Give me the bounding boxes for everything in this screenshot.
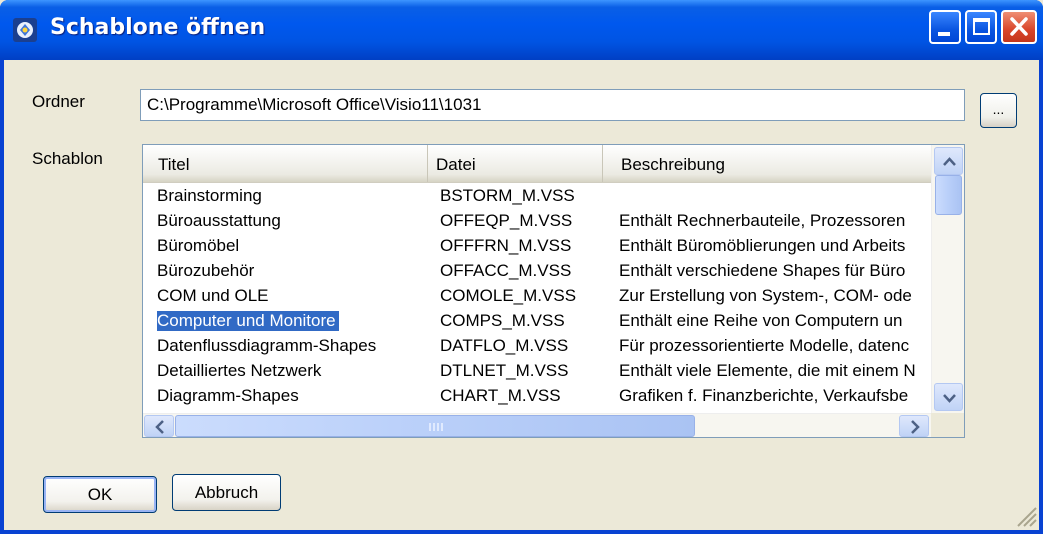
- dialog-window: Schablone öffnen Ordner C:\Programme\Mic…: [0, 0, 1043, 534]
- chevron-up-icon: [943, 157, 956, 166]
- row-title: Bürozubehör: [157, 261, 255, 280]
- row-description: [619, 186, 931, 208]
- list-row[interactable]: Brainstorming BSTORM_M.VSS: [143, 184, 931, 209]
- row-title: COM und OLE: [157, 286, 269, 305]
- chevron-down-icon: [943, 394, 956, 403]
- row-file: OFFFRN_M.VSS: [440, 236, 572, 255]
- ok-button[interactable]: OK: [43, 476, 157, 513]
- window-frame-bottom: [0, 530, 1043, 534]
- row-description: Grafiken f. Finanzberichte, Verkaufsbe: [619, 386, 909, 405]
- row-title: Detailliertes Netzwerk: [157, 361, 322, 380]
- scroll-down-button[interactable]: [934, 383, 963, 411]
- row-description: Enthält Büromöblierungen und Arbeits: [619, 236, 906, 255]
- minimize-icon: [938, 32, 950, 36]
- minimize-button[interactable]: [929, 10, 961, 44]
- row-description: Für prozessorientierte Modelle, datenc: [619, 336, 910, 355]
- maximize-icon: [973, 18, 990, 35]
- column-header-description[interactable]: Beschreibung: [603, 145, 931, 182]
- row-title: Büromöbel: [157, 236, 240, 255]
- column-header-title[interactable]: Titel: [143, 145, 428, 182]
- row-file: OFFACC_M.VSS: [440, 261, 572, 280]
- row-title: Computer und Monitore: [157, 311, 427, 333]
- list-row-selected[interactable]: Computer und Monitore COMPS_M.VSS Enthäl…: [143, 309, 931, 334]
- row-description: Enthält verschiedene Shapes für Büro: [619, 261, 906, 280]
- list-body: Brainstorming BSTORM_M.VSS Büroausstattu…: [143, 183, 931, 413]
- row-file: COMPS_M.VSS: [440, 311, 565, 330]
- list-row[interactable]: Büromöbel OFFFRN_M.VSS Enthält Büromöbli…: [143, 234, 931, 259]
- list-row[interactable]: Diagramm-Shapes CHART_M.VSS Grafiken f. …: [143, 384, 931, 409]
- horizontal-scroll-thumb[interactable]: [175, 415, 695, 437]
- stencil-list[interactable]: Titel Datei Beschreibung Brainstorming B…: [142, 144, 965, 438]
- browse-button[interactable]: ...: [980, 93, 1017, 128]
- row-file: DATFLO_M.VSS: [440, 336, 569, 355]
- chevron-right-icon: [911, 420, 920, 434]
- row-title: Datenflussdiagramm-Shapes: [157, 336, 377, 355]
- row-title: Diagramm-Shapes: [157, 386, 299, 405]
- row-file: COMOLE_M.VSS: [440, 286, 577, 305]
- scroll-right-button[interactable]: [899, 415, 929, 437]
- vertical-scroll-thumb[interactable]: [935, 175, 962, 215]
- cancel-button[interactable]: Abbruch: [172, 474, 281, 511]
- list-row[interactable]: Büroausstattung OFFEQP_M.VSS Enthält Rec…: [143, 209, 931, 234]
- chevron-left-icon: [155, 420, 164, 434]
- selected-title-highlight: Computer und Monitore: [157, 311, 339, 331]
- row-description: Enthält Rechnerbauteile, Prozessoren: [619, 211, 906, 230]
- resize-grip-icon[interactable]: [1012, 502, 1038, 528]
- folder-label: Ordner: [32, 92, 85, 111]
- visio-app-icon: [13, 18, 37, 42]
- list-row[interactable]: Bürozubehör OFFACC_M.VSS Enthält verschi…: [143, 259, 931, 284]
- row-title: Büroausstattung: [157, 211, 281, 230]
- row-file: CHART_M.VSS: [440, 386, 561, 405]
- column-header-file[interactable]: Datei: [428, 145, 603, 182]
- row-file: DTLNET_M.VSS: [440, 361, 569, 380]
- row-description: Enthält viele Elemente, die mit einem N: [619, 361, 916, 380]
- close-button[interactable]: [1001, 10, 1037, 44]
- row-file: OFFEQP_M.VSS: [440, 211, 573, 230]
- maximize-button[interactable]: [965, 10, 997, 44]
- row-title: Brainstorming: [157, 186, 262, 205]
- row-file: BSTORM_M.VSS: [440, 186, 575, 205]
- title-bar[interactable]: Schablone öffnen: [0, 0, 1043, 60]
- scroll-up-button[interactable]: [934, 147, 963, 175]
- scroll-left-button[interactable]: [144, 415, 174, 437]
- window-title: Schablone öffnen: [50, 15, 266, 40]
- stencil-label: Schablon: [32, 149, 103, 168]
- close-icon: [1010, 17, 1028, 36]
- horizontal-scrollbar[interactable]: [143, 413, 931, 437]
- grip-lines-icon: [429, 423, 443, 431]
- folder-path-field[interactable]: C:\Programme\Microsoft Office\Visio11\10…: [140, 89, 965, 121]
- list-header: Titel Datei Beschreibung: [143, 145, 931, 183]
- list-row[interactable]: COM und OLE COMOLE_M.VSS Zur Erstellung …: [143, 284, 931, 309]
- list-row[interactable]: Datenflussdiagramm-Shapes DATFLO_M.VSS F…: [143, 334, 931, 359]
- vertical-scrollbar[interactable]: [931, 145, 964, 413]
- row-description: Zur Erstellung von System-, COM- ode: [619, 286, 912, 305]
- list-row[interactable]: Detailliertes Netzwerk DTLNET_M.VSS Enth…: [143, 359, 931, 384]
- row-description: Enthält eine Reihe von Computern un: [619, 311, 903, 330]
- scrollbar-corner: [931, 413, 964, 437]
